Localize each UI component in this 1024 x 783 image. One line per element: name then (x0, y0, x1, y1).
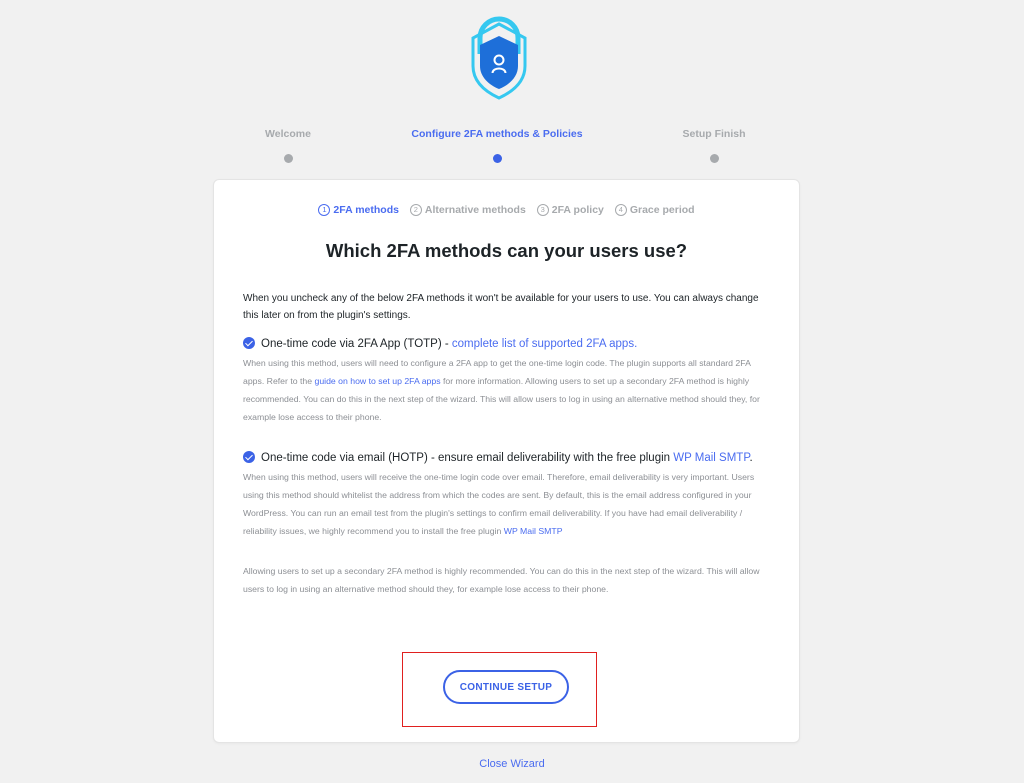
method-totp: One-time code via 2FA App (TOTP) - compl… (243, 336, 773, 426)
substep-label: 2FA policy (551, 204, 604, 216)
step-finish-label: Setup Finish (682, 128, 746, 140)
wizard-card: 1 2FA methods 2 Alternative methods 3 2FA p… (213, 179, 800, 743)
method-totp-title: One-time code via 2FA App (TOTP) - compl… (243, 336, 773, 352)
hotp-label-end: . (749, 452, 753, 464)
totp-checkbox-icon[interactable] (243, 337, 255, 349)
substep-label: 2FA methods (333, 204, 399, 216)
step-welcome-dot (283, 154, 293, 163)
step-configure-label: Configure 2FA methods & Policies (411, 128, 583, 140)
substep-2fa-policy: 3 2FA policy (536, 204, 604, 216)
secondary-method-note: Allowing users to set up a secondary 2FA… (243, 566, 760, 594)
hotp-desc-text: When using this method, users will recei… (243, 472, 755, 536)
substep-number: 3 (536, 204, 549, 216)
hotp-smtp-link[interactable]: WP Mail SMTP (673, 452, 749, 464)
step-finish: Setup Finish (614, 128, 814, 163)
intro-text: When you uncheck any of the below 2FA me… (243, 293, 759, 321)
totp-guide-link[interactable]: guide on how to set up 2FA apps (314, 376, 440, 386)
hotp-desc-smtp-link[interactable]: WP Mail SMTP (504, 526, 563, 536)
methods-content: When you uncheck any of the below 2FA me… (243, 290, 773, 598)
method-hotp: One-time code via email (HOTP) - ensure … (243, 450, 773, 540)
close-wizard-link[interactable]: Close Wizard (479, 758, 544, 770)
totp-apps-link[interactable]: complete list of supported 2FA apps. (452, 338, 637, 350)
shield-lock-logo-icon (468, 14, 530, 100)
totp-description: When using this method, users will need … (243, 354, 773, 426)
substep-label: Alternative methods (424, 204, 526, 216)
hotp-description: When using this method, users will recei… (243, 468, 773, 540)
step-welcome: Welcome (188, 128, 388, 163)
substep-number: 2 (409, 204, 422, 216)
continue-setup-button[interactable]: CONTINUE SETUP (443, 670, 569, 704)
substep-grace-period: 4 Grace period (614, 204, 695, 216)
step-welcome-label: Welcome (265, 128, 311, 140)
substep-alternative-methods: 2 Alternative methods (409, 204, 526, 216)
substep-nav: 1 2FA methods 2 Alternative methods 3 2FA p… (214, 204, 799, 216)
substep-number: 1 (318, 204, 331, 216)
close-wizard: Close Wizard (0, 758, 1024, 770)
hotp-checkbox-icon[interactable] (243, 451, 255, 463)
wizard-progress: Welcome Configure 2FA methods & Policies… (0, 128, 1024, 168)
page-title: Which 2FA methods can your users use? (325, 240, 688, 261)
hotp-label: One-time code via email (HOTP) - ensure … (261, 452, 674, 464)
step-finish-dot (709, 154, 719, 163)
step-configure-dot (492, 154, 502, 163)
method-hotp-title: One-time code via email (HOTP) - ensure … (243, 450, 773, 466)
step-configure: Configure 2FA methods & Policies (397, 128, 597, 163)
substep-number: 4 (614, 204, 627, 216)
substep-label: Grace period (629, 204, 695, 216)
totp-label: One-time code via 2FA App (TOTP) - (261, 338, 452, 350)
substep-2fa-methods: 1 2FA methods (318, 204, 399, 216)
